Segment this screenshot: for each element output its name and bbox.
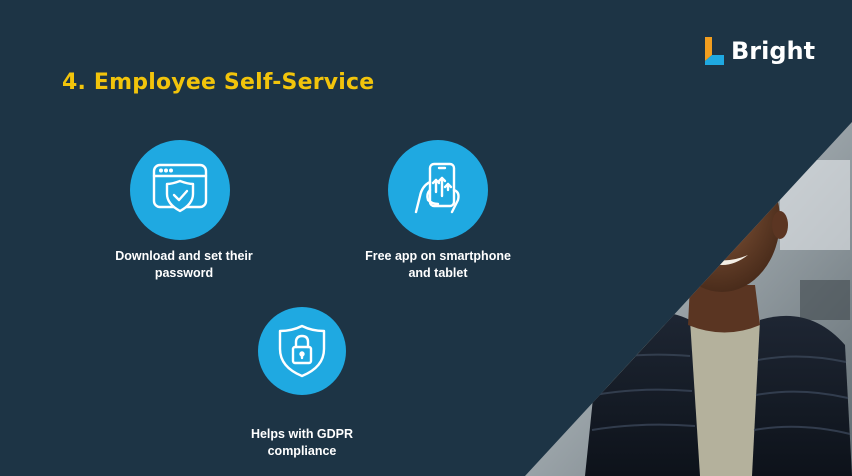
- slide: 4. Employee Self-Service Bright Download…: [0, 0, 852, 476]
- bright-logo: Bright: [703, 34, 833, 70]
- bright-logo-icon: [705, 37, 724, 65]
- feature-caption-app: Free app on smartphone and tablet: [365, 249, 511, 280]
- feature-caption-gdpr: Helps with GDPR compliance: [250, 427, 354, 458]
- page-title: 4. Employee Self-Service: [62, 70, 375, 95]
- smartphone-hand-icon: [388, 140, 488, 240]
- shield-lock-icon: [258, 307, 346, 395]
- logo-text: Bright: [731, 37, 816, 65]
- feature-caption-password: Download and set their password: [115, 249, 253, 280]
- browser-shield-icon: [130, 140, 230, 240]
